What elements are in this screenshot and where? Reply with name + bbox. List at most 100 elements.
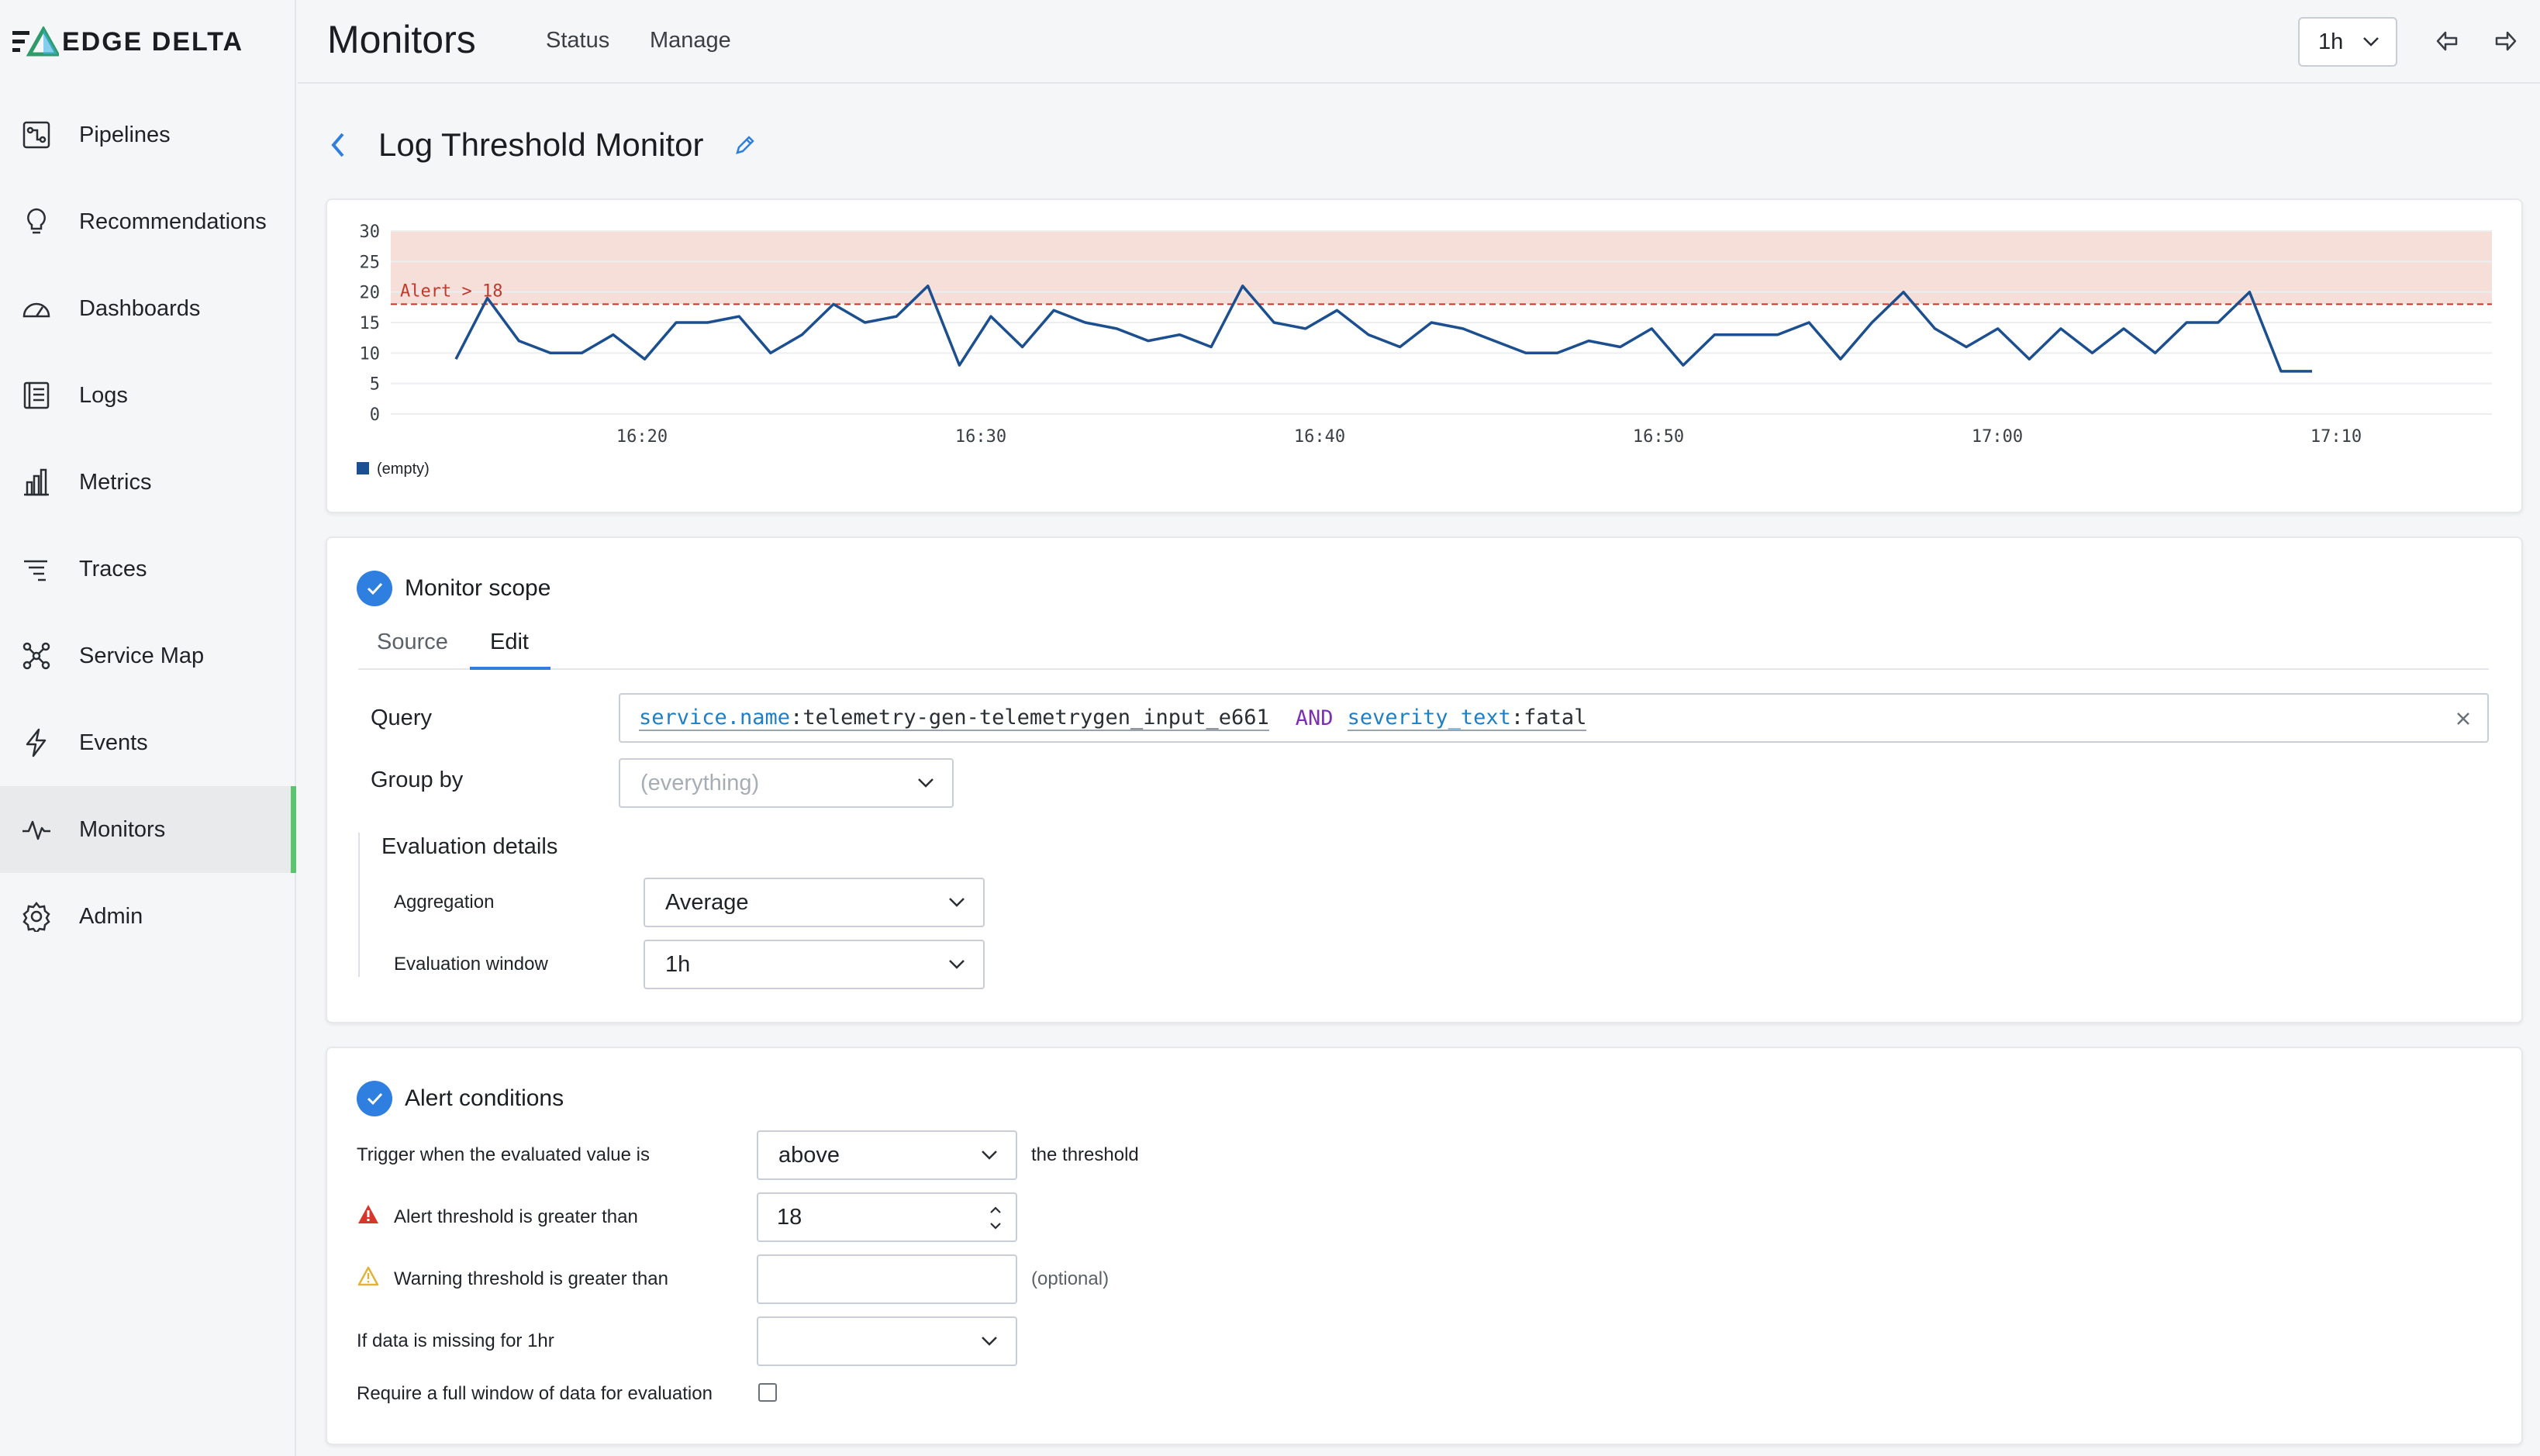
legend-swatch — [357, 462, 369, 474]
chevron-down-icon — [949, 898, 965, 907]
tab-active-indicator — [470, 667, 550, 670]
evaluation-window-label: Evaluation window — [394, 954, 548, 975]
x-tick-label: 16:50 — [1633, 427, 1684, 447]
sidebar: EDGE DELTA Pipelines Recommendations Das… — [0, 0, 296, 1456]
chevron-down-icon — [982, 1151, 997, 1160]
y-tick-label: 10 — [360, 344, 381, 364]
alert-triangle-icon — [358, 1205, 378, 1223]
query-value: :telemetry-gen-telemetrygen_input_e661 — [790, 705, 1269, 731]
query-label: Query — [371, 706, 432, 730]
page-title: Log Threshold Monitor — [378, 126, 704, 163]
trigger-suffix: the threshold — [1031, 1144, 1139, 1165]
evaluation-window-select[interactable]: 1h — [644, 940, 985, 989]
query-value: :fatal — [1510, 705, 1587, 731]
alert-threshold-value: 18 — [777, 1204, 802, 1230]
alert-conditions-card: Alert conditions Trigger when the evalua… — [326, 1047, 2523, 1445]
clear-icon[interactable] — [2455, 710, 2472, 727]
group-by-select[interactable]: (everything) — [619, 758, 954, 808]
sidebar-item-dashboards[interactable]: Dashboards — [0, 265, 296, 352]
monitor-scope-title: Monitor scope — [405, 575, 551, 601]
page-title-row: Log Threshold Monitor — [329, 118, 756, 172]
chevron-down-icon — [918, 778, 934, 788]
sidebar-item-label: Service Map — [79, 643, 205, 668]
pipelines-icon — [19, 117, 54, 153]
alert-threshold-label: Alert threshold is greater than — [394, 1206, 638, 1227]
sidebar-item-label: Metrics — [79, 469, 152, 495]
y-tick-label: 15 — [360, 314, 381, 333]
sidebar-item-label: Events — [79, 730, 148, 755]
logo[interactable]: EDGE DELTA — [12, 26, 243, 57]
traces-icon — [19, 551, 54, 587]
header-title: Monitors — [327, 18, 476, 61]
query-key: severity_text — [1347, 705, 1511, 731]
sidebar-item-admin[interactable]: Admin — [0, 873, 296, 960]
sidebar-item-label: Dashboards — [79, 295, 201, 321]
sidebar-item-metrics[interactable]: Metrics — [0, 439, 296, 526]
missing-data-select[interactable] — [757, 1316, 1017, 1366]
trigger-select[interactable]: above — [757, 1130, 1017, 1180]
lightning-icon — [19, 725, 54, 761]
sidebar-item-label: Pipelines — [79, 122, 171, 147]
sidebar-item-label: Logs — [79, 382, 128, 408]
sidebar-item-recommendations[interactable]: Recommendations — [0, 178, 296, 265]
alert-threshold-input[interactable]: 18 — [757, 1192, 1017, 1242]
sidebar-item-logs[interactable]: Logs — [0, 352, 296, 439]
tab-source[interactable]: Source — [377, 630, 448, 655]
chevron-down-icon — [949, 960, 965, 969]
stepper-arrows-icon[interactable] — [988, 1202, 1003, 1234]
pulse-icon — [19, 812, 54, 847]
monitor-scope-header: Monitor scope — [357, 571, 550, 606]
sidebar-item-label: Traces — [79, 556, 147, 581]
chart-card: 0 5 10 15 20 25 30 Alert > 18 16:20 16:30 16:40 16:… — [326, 198, 2523, 513]
gauge-icon — [19, 291, 54, 326]
query-operator: AND — [1295, 706, 1334, 730]
x-tick-label: 16:30 — [955, 427, 1006, 447]
query-input[interactable]: service.name:telemetry-gen-telemetrygen_… — [619, 693, 2489, 743]
group-by-placeholder: (everything) — [640, 770, 760, 795]
logs-icon — [19, 378, 54, 413]
sidebar-item-pipelines[interactable]: Pipelines — [0, 91, 296, 178]
y-tick-label: 25 — [360, 253, 381, 272]
chevron-down-icon — [982, 1337, 997, 1346]
evaluation-divider — [358, 833, 360, 977]
trigger-label: Trigger when the evaluated value is — [357, 1144, 650, 1165]
sidebar-item-monitors[interactable]: Monitors — [0, 786, 296, 873]
tabs-divider — [358, 668, 2489, 670]
aggregation-label: Aggregation — [394, 892, 495, 913]
service-map-icon — [19, 638, 54, 674]
missing-data-label: If data is missing for 1hr — [357, 1330, 554, 1351]
time-range-select[interactable]: 1h — [2298, 17, 2397, 67]
edit-pencil-icon[interactable] — [734, 134, 756, 156]
monitor-scope-card: Monitor scope Source Edit Query service.… — [326, 537, 2523, 1023]
x-tick-label: 16:20 — [616, 427, 668, 447]
back-chevron-icon[interactable] — [329, 131, 347, 159]
x-tick-label: 16:40 — [1294, 427, 1345, 447]
aggregation-select[interactable]: Average — [644, 878, 985, 927]
warning-triangle-icon — [357, 1266, 379, 1286]
y-tick-label: 5 — [370, 375, 380, 395]
x-tick-label: 17:10 — [2311, 427, 2362, 447]
chevron-down-icon — [2363, 37, 2379, 47]
check-circle-icon — [357, 571, 392, 606]
sidebar-item-traces[interactable]: Traces — [0, 526, 296, 612]
sidebar-item-label: Monitors — [79, 816, 166, 842]
evaluation-window-value: 1h — [665, 951, 691, 977]
back-arrow-icon[interactable] — [2435, 28, 2461, 54]
aggregation-value: Average — [665, 889, 749, 915]
tab-edit[interactable]: Edit — [490, 630, 529, 655]
trigger-value: above — [778, 1142, 840, 1168]
bar-chart-icon — [19, 464, 54, 500]
sidebar-item-service-map[interactable]: Service Map — [0, 612, 296, 699]
tab-manage[interactable]: Manage — [650, 28, 731, 53]
group-by-label: Group by — [371, 768, 464, 792]
sidebar-nav: Pipelines Recommendations Dashboards Log… — [0, 91, 296, 960]
sidebar-item-events[interactable]: Events — [0, 699, 296, 786]
evaluation-details-title: Evaluation details — [381, 834, 558, 859]
forward-arrow-icon[interactable] — [2492, 28, 2518, 54]
y-tick-label: 30 — [360, 223, 381, 242]
optional-hint: (optional) — [1031, 1268, 1110, 1289]
y-tick-label: 20 — [360, 284, 381, 303]
warning-threshold-input[interactable] — [757, 1254, 1017, 1304]
tab-status[interactable]: Status — [546, 28, 609, 53]
full-window-checkbox[interactable] — [758, 1383, 777, 1402]
